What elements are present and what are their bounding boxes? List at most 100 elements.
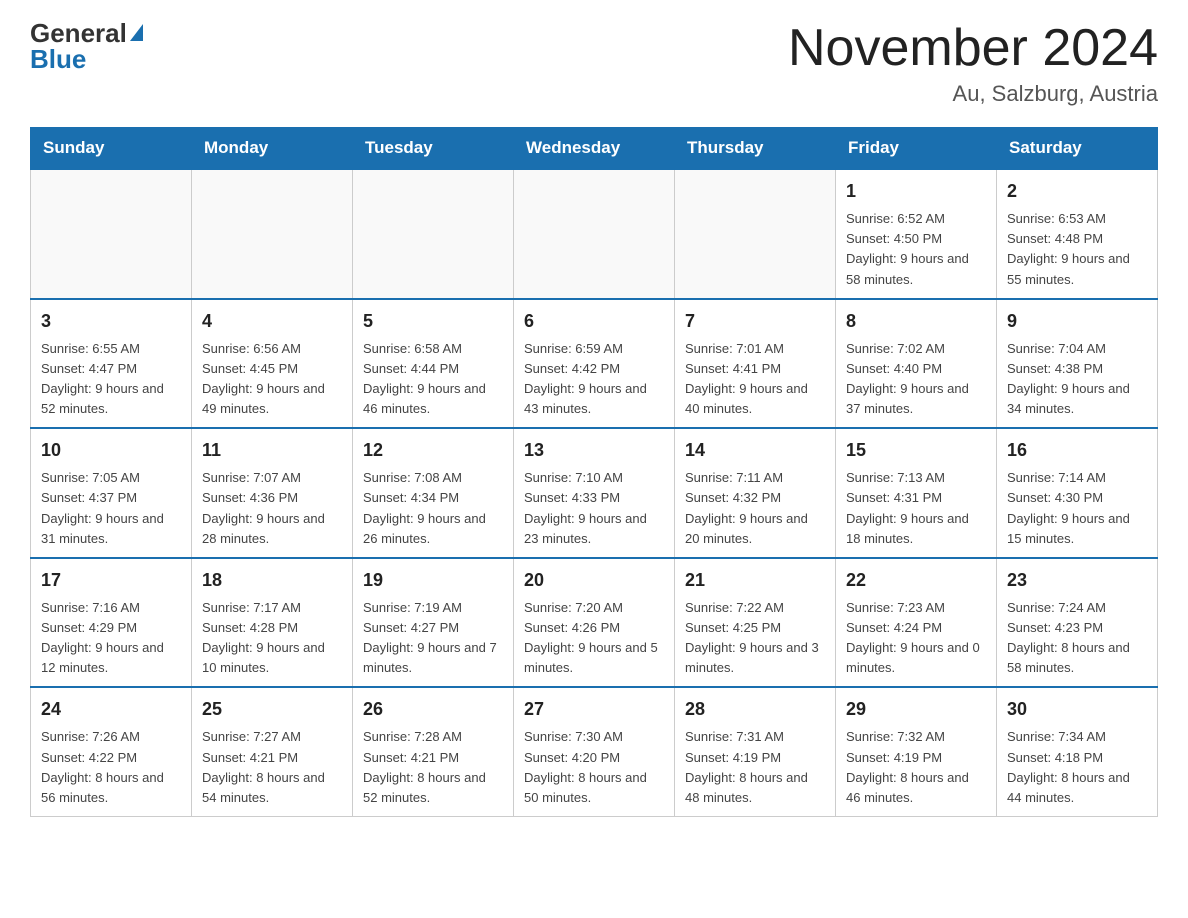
calendar-day-cell: 11 Sunrise: 7:07 AM Sunset: 4:36 PM Dayli… — [192, 428, 353, 558]
calendar-body: 1 Sunrise: 6:52 AM Sunset: 4:50 PM Daylig… — [31, 169, 1158, 816]
day-info: Sunrise: 7:32 AM Sunset: 4:19 PM Dayligh… — [846, 727, 986, 808]
day-number: 7 — [685, 308, 825, 335]
calendar-day-cell: 15 Sunrise: 7:13 AM Sunset: 4:31 PM Dayli… — [836, 428, 997, 558]
day-number: 5 — [363, 308, 503, 335]
calendar-subtitle: Au, Salzburg, Austria — [788, 81, 1158, 107]
day-number: 30 — [1007, 696, 1147, 723]
day-number: 18 — [202, 567, 342, 594]
day-number: 10 — [41, 437, 181, 464]
calendar-day-cell: 7 Sunrise: 7:01 AM Sunset: 4:41 PM Daylig… — [675, 299, 836, 429]
day-info: Sunrise: 7:08 AM Sunset: 4:34 PM Dayligh… — [363, 468, 503, 549]
day-number: 28 — [685, 696, 825, 723]
weekday-header-monday: Monday — [192, 128, 353, 170]
day-info: Sunrise: 7:19 AM Sunset: 4:27 PM Dayligh… — [363, 598, 503, 679]
day-number: 17 — [41, 567, 181, 594]
calendar-day-cell: 10 Sunrise: 7:05 AM Sunset: 4:37 PM Dayli… — [31, 428, 192, 558]
day-number: 1 — [846, 178, 986, 205]
day-number: 23 — [1007, 567, 1147, 594]
calendar-day-cell: 26 Sunrise: 7:28 AM Sunset: 4:21 PM Dayli… — [353, 687, 514, 816]
calendar-day-cell: 17 Sunrise: 7:16 AM Sunset: 4:29 PM Dayli… — [31, 558, 192, 688]
day-info: Sunrise: 7:04 AM Sunset: 4:38 PM Dayligh… — [1007, 339, 1147, 420]
day-info: Sunrise: 7:30 AM Sunset: 4:20 PM Dayligh… — [524, 727, 664, 808]
day-info: Sunrise: 7:16 AM Sunset: 4:29 PM Dayligh… — [41, 598, 181, 679]
day-number: 24 — [41, 696, 181, 723]
calendar-week-row: 1 Sunrise: 6:52 AM Sunset: 4:50 PM Daylig… — [31, 169, 1158, 299]
day-number: 20 — [524, 567, 664, 594]
weekday-header-saturday: Saturday — [997, 128, 1158, 170]
calendar-header: SundayMondayTuesdayWednesdayThursdayFrid… — [31, 128, 1158, 170]
calendar-title: November 2024 — [788, 20, 1158, 77]
day-number: 29 — [846, 696, 986, 723]
day-number: 14 — [685, 437, 825, 464]
page-header: General Blue November 2024 Au, Salzburg,… — [30, 20, 1158, 107]
calendar-day-cell — [675, 169, 836, 299]
day-info: Sunrise: 7:17 AM Sunset: 4:28 PM Dayligh… — [202, 598, 342, 679]
calendar-day-cell: 13 Sunrise: 7:10 AM Sunset: 4:33 PM Dayli… — [514, 428, 675, 558]
calendar-day-cell: 29 Sunrise: 7:32 AM Sunset: 4:19 PM Dayli… — [836, 687, 997, 816]
day-info: Sunrise: 7:05 AM Sunset: 4:37 PM Dayligh… — [41, 468, 181, 549]
day-info: Sunrise: 7:02 AM Sunset: 4:40 PM Dayligh… — [846, 339, 986, 420]
day-info: Sunrise: 7:23 AM Sunset: 4:24 PM Dayligh… — [846, 598, 986, 679]
calendar-day-cell: 19Sunrise: 7:19 AM Sunset: 4:27 PM Dayli… — [353, 558, 514, 688]
calendar-day-cell: 2 Sunrise: 6:53 AM Sunset: 4:48 PM Daylig… — [997, 169, 1158, 299]
day-number: 4 — [202, 308, 342, 335]
logo: General Blue — [30, 20, 143, 72]
calendar-day-cell: 25 Sunrise: 7:27 AM Sunset: 4:21 PM Dayli… — [192, 687, 353, 816]
day-number: 11 — [202, 437, 342, 464]
calendar-day-cell: 23 Sunrise: 7:24 AM Sunset: 4:23 PM Dayli… — [997, 558, 1158, 688]
calendar-day-cell: 22Sunrise: 7:23 AM Sunset: 4:24 PM Dayli… — [836, 558, 997, 688]
calendar-day-cell: 18 Sunrise: 7:17 AM Sunset: 4:28 PM Dayli… — [192, 558, 353, 688]
day-info: Sunrise: 7:14 AM Sunset: 4:30 PM Dayligh… — [1007, 468, 1147, 549]
calendar-day-cell — [31, 169, 192, 299]
day-info: Sunrise: 6:58 AM Sunset: 4:44 PM Dayligh… — [363, 339, 503, 420]
day-info: Sunrise: 7:28 AM Sunset: 4:21 PM Dayligh… — [363, 727, 503, 808]
calendar-day-cell: 5 Sunrise: 6:58 AM Sunset: 4:44 PM Daylig… — [353, 299, 514, 429]
calendar-day-cell: 24 Sunrise: 7:26 AM Sunset: 4:22 PM Dayli… — [31, 687, 192, 816]
weekday-header-wednesday: Wednesday — [514, 128, 675, 170]
calendar-day-cell: 6 Sunrise: 6:59 AM Sunset: 4:42 PM Daylig… — [514, 299, 675, 429]
day-info: Sunrise: 6:56 AM Sunset: 4:45 PM Dayligh… — [202, 339, 342, 420]
day-number: 15 — [846, 437, 986, 464]
day-info: Sunrise: 6:59 AM Sunset: 4:42 PM Dayligh… — [524, 339, 664, 420]
calendar-day-cell: 20Sunrise: 7:20 AM Sunset: 4:26 PM Dayli… — [514, 558, 675, 688]
day-info: Sunrise: 7:10 AM Sunset: 4:33 PM Dayligh… — [524, 468, 664, 549]
day-number: 26 — [363, 696, 503, 723]
calendar-day-cell: 9Sunrise: 7:04 AM Sunset: 4:38 PM Daylig… — [997, 299, 1158, 429]
day-number: 16 — [1007, 437, 1147, 464]
day-info: Sunrise: 7:26 AM Sunset: 4:22 PM Dayligh… — [41, 727, 181, 808]
calendar-day-cell: 8Sunrise: 7:02 AM Sunset: 4:40 PM Daylig… — [836, 299, 997, 429]
day-number: 3 — [41, 308, 181, 335]
calendar-day-cell: 1 Sunrise: 6:52 AM Sunset: 4:50 PM Daylig… — [836, 169, 997, 299]
day-info: Sunrise: 7:24 AM Sunset: 4:23 PM Dayligh… — [1007, 598, 1147, 679]
day-number: 21 — [685, 567, 825, 594]
day-info: Sunrise: 7:01 AM Sunset: 4:41 PM Dayligh… — [685, 339, 825, 420]
calendar-day-cell — [353, 169, 514, 299]
weekday-header-row: SundayMondayTuesdayWednesdayThursdayFrid… — [31, 128, 1158, 170]
calendar-day-cell — [514, 169, 675, 299]
calendar-day-cell: 28 Sunrise: 7:31 AM Sunset: 4:19 PM Dayli… — [675, 687, 836, 816]
day-number: 6 — [524, 308, 664, 335]
day-info: Sunrise: 7:13 AM Sunset: 4:31 PM Dayligh… — [846, 468, 986, 549]
calendar-day-cell: 12 Sunrise: 7:08 AM Sunset: 4:34 PM Dayli… — [353, 428, 514, 558]
title-block: November 2024 Au, Salzburg, Austria — [788, 20, 1158, 107]
day-info: Sunrise: 7:34 AM Sunset: 4:18 PM Dayligh… — [1007, 727, 1147, 808]
calendar-day-cell — [192, 169, 353, 299]
logo-general-text: General — [30, 20, 127, 46]
calendar-week-row: 17 Sunrise: 7:16 AM Sunset: 4:29 PM Dayli… — [31, 558, 1158, 688]
weekday-header-friday: Friday — [836, 128, 997, 170]
day-number: 13 — [524, 437, 664, 464]
calendar-table: SundayMondayTuesdayWednesdayThursdayFrid… — [30, 127, 1158, 817]
day-number: 25 — [202, 696, 342, 723]
day-info: Sunrise: 7:27 AM Sunset: 4:21 PM Dayligh… — [202, 727, 342, 808]
day-info: Sunrise: 7:31 AM Sunset: 4:19 PM Dayligh… — [685, 727, 825, 808]
day-number: 12 — [363, 437, 503, 464]
day-info: Sunrise: 7:07 AM Sunset: 4:36 PM Dayligh… — [202, 468, 342, 549]
calendar-day-cell: 4 Sunrise: 6:56 AM Sunset: 4:45 PM Daylig… — [192, 299, 353, 429]
day-info: Sunrise: 6:55 AM Sunset: 4:47 PM Dayligh… — [41, 339, 181, 420]
calendar-day-cell: 30 Sunrise: 7:34 AM Sunset: 4:18 PM Dayli… — [997, 687, 1158, 816]
day-number: 2 — [1007, 178, 1147, 205]
calendar-day-cell: 16 Sunrise: 7:14 AM Sunset: 4:30 PM Dayli… — [997, 428, 1158, 558]
day-info: Sunrise: 6:52 AM Sunset: 4:50 PM Dayligh… — [846, 209, 986, 290]
day-info: Sunrise: 6:53 AM Sunset: 4:48 PM Dayligh… — [1007, 209, 1147, 290]
day-number: 27 — [524, 696, 664, 723]
